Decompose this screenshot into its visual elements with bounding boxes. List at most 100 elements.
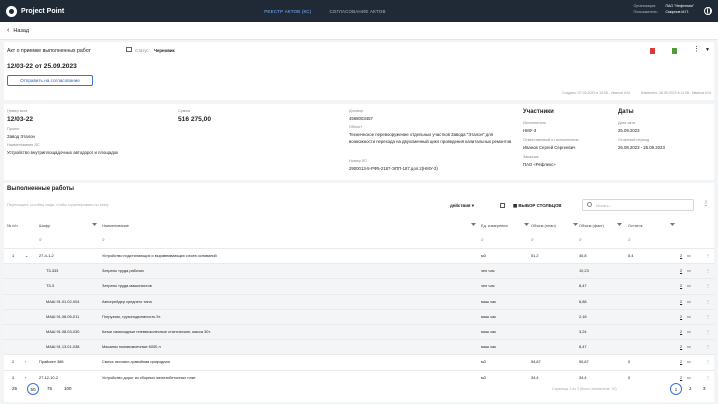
row-fact: 10,23 [579,268,589,274]
row-name: Затраты труда рабочих [102,268,145,274]
dates-title: Даты [618,109,634,115]
comment-icon[interactable]: ▭ [687,253,691,258]
row-unit: маш час [481,329,497,334]
column-header-name[interactable]: Наименование [102,223,129,228]
more-icon[interactable]: ⋮ [693,45,700,53]
row-menu-icon[interactable]: ⋮ [706,314,710,319]
page-2[interactable]: 2 [689,386,692,391]
filter-search-icon[interactable]: ⌕ [579,237,582,243]
comment-icon[interactable]: ▭ [687,268,691,273]
column-header-no[interactable]: № п/п [7,223,18,228]
customer-value: ПАО «Рефлекс» [523,162,556,167]
filter-icon[interactable] [573,223,578,226]
expand-toggle[interactable]: › [25,375,26,380]
page-size-25[interactable]: 25 [12,386,17,391]
ls-number-value: 2900013-5-РФ5-2187-ЭПП-187.доп.2(НМУ-3) [349,166,438,171]
filter-icon[interactable] [670,223,675,226]
comment-icon[interactable]: ▭ [687,299,691,304]
column-header-fact[interactable]: Объем (факт) [579,223,604,228]
filter-search-icon[interactable]: ⌕ [481,237,484,243]
group-drop-hint[interactable]: Перетащите столбец сюда, чтобы сгруппиро… [7,203,108,207]
ls-name-label: Наименование ЛС [7,143,40,147]
column-header-rest[interactable]: Остаток [628,223,642,228]
column-header-code[interactable]: Шифр [39,223,50,228]
row-name: Катки самоходные пневмоколесные статичес… [102,329,211,334]
table-row[interactable]: 2 › Прайсинг 386 Смесь песчано-гравийная пр… [4,354,714,369]
comment-icon[interactable]: ▭ [687,329,691,334]
column-header-plan[interactable]: Объем (план) [531,223,556,228]
back-link[interactable]: Назад [13,28,29,34]
expand-toggle[interactable]: › [25,359,26,364]
filter-search-icon[interactable]: ⌕ [39,237,42,243]
filter-search-icon[interactable]: ⌕ [628,237,631,243]
row-attachments-count: 2 [680,359,683,365]
row-number: 3 [12,374,15,380]
filter-search-icon[interactable]: ⌕ [102,237,105,243]
row-fact: 55,87 [579,359,589,365]
filter-icon[interactable] [92,223,97,226]
comment-icon[interactable]: ▭ [687,344,691,349]
ls-name-value: Устройство внутриплощадочных автодорог и… [7,150,119,155]
table-row[interactable]: МАШ 91.13.01-038 Машины поливомоечные 600… [4,339,714,355]
search-input[interactable]: Искать... [582,199,694,211]
filter-icon[interactable] [617,223,622,226]
row-menu-icon[interactable]: ⋮ [706,253,710,258]
page-size-100[interactable]: 100 [64,386,72,391]
filter-icon[interactable] [471,223,476,226]
row-menu-icon[interactable]: ⋮ [706,268,710,273]
table-row[interactable]: Т3-3 Затраты труда машинистов чел час 8,47 2… [4,278,714,294]
row-menu-icon[interactable]: ⋮ [706,329,710,334]
expand-toggle[interactable]: ⌄ [25,253,28,258]
tab-acts-registry[interactable]: РЕЕСТР АКТОВ (КС) [264,9,311,14]
row-menu-icon[interactable]: ⋮ [706,283,710,288]
globe-icon[interactable] [704,7,712,15]
table-row[interactable]: МАШ 91.01.02-004 Автогрейдер среднего тип… [4,293,714,309]
caret-down-icon[interactable]: ▼ [705,47,710,53]
comment-icon[interactable]: ▭ [687,359,691,364]
table-row[interactable]: МАШ 91.08.03-030 Катки самоходные пневмок… [4,324,714,340]
page-1[interactable]: 1 [670,383,682,395]
table-row[interactable]: Т3-333 Затраты труда рабочих чел час 10,23 2… [4,263,714,279]
row-menu-icon[interactable]: ⋮ [706,375,710,380]
logo[interactable]: Project Point [6,5,64,17]
row-fact: 3,24 [579,329,587,334]
actions-dropdown[interactable]: действия ▾ [450,203,474,209]
chevron-left-icon[interactable]: ‹ [7,27,9,34]
period-value: 26.08.2023 - 25.09.2023 [618,145,665,150]
column-chooser-button[interactable]: ▦ ВЫБОР СТОЛБЦОВ [513,203,562,209]
row-menu-icon[interactable]: ⋮ [706,299,710,304]
ls-number-label: Номер ЛС [349,159,367,163]
export-icon[interactable] [500,203,505,208]
document-title: Акт о приемке выполненных работ [7,48,91,54]
table-row[interactable]: МАШ 91.08.05-011 Погрузчик, грузоподъемно… [4,308,714,324]
filter-search-icon[interactable]: ⌕ [531,237,534,243]
row-rest: 0 [628,359,631,365]
page-3[interactable]: 3 [703,386,706,391]
row-unit: чел час [481,268,495,274]
excel-icon[interactable] [672,48,677,54]
send-for-approval-button[interactable]: Отправить на согласование [7,75,93,86]
comment-icon[interactable]: ▭ [687,375,691,380]
row-attachments-count: 2 [680,268,683,274]
row-menu-icon[interactable]: ⋮ [706,344,710,349]
tab-acts-approval[interactable]: СОГЛАСОВАНИЕ АКТОВ [329,9,385,14]
column-header-unit[interactable]: Ед. измерения [481,223,508,228]
project-value: Завод Эталон [7,134,35,139]
page-size-50[interactable]: 50 [27,383,39,395]
created-info: Создано: 07.09.2023 в 13:08 - Иванов И.И… [561,91,631,95]
comment-icon[interactable]: ▭ [687,314,691,319]
row-fact: 2,18 [579,313,587,319]
works-panel: Выполненные работы Перетащите столбец сю… [4,183,714,402]
pdf-icon[interactable] [650,48,655,54]
table-row[interactable]: 1 ⌄ 27-4-1-2 Устройство подстилающих и выра… [4,248,714,263]
row-unit: маш час [481,313,497,319]
page-size-75[interactable]: 75 [47,386,52,391]
more-icon[interactable]: ⋮ [703,200,709,207]
row-attachments-count: 2 [680,298,683,304]
comment-icon[interactable]: ▭ [687,283,691,288]
filter-icon[interactable] [524,223,529,226]
row-attachments-count: 2 [680,329,683,334]
user-info[interactable]: Организация: ПАО "Нефтехим" Пользователь:… [633,4,694,15]
row-menu-icon[interactable]: ⋮ [706,359,710,364]
user-label: Пользователь: [633,9,658,14]
